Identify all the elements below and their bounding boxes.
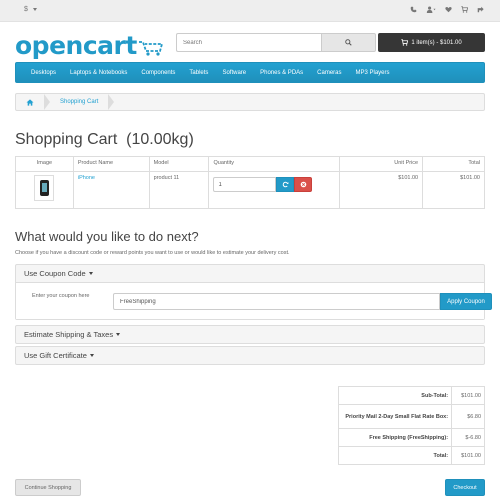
breadcrumb-separator bbox=[108, 94, 115, 110]
main-menu: Desktops Laptops & Notebooks Components … bbox=[15, 62, 485, 83]
gift-heading: Use Gift Certificate bbox=[24, 351, 87, 360]
search-input[interactable] bbox=[176, 33, 321, 52]
chevron-down-icon bbox=[88, 272, 93, 275]
shipping-label: Priority Mail 2-Day Small Flat Rate Box: bbox=[337, 404, 453, 429]
col-product-name: Product Name bbox=[72, 156, 150, 172]
update-button[interactable] bbox=[276, 177, 295, 192]
cart-summary-button[interactable]: 1 item(s) - $101.00 bbox=[378, 33, 485, 52]
menu-item-desktops[interactable]: Desktops bbox=[24, 70, 63, 76]
breadcrumb: Shopping Cart bbox=[15, 93, 485, 111]
heart-icon[interactable] bbox=[445, 6, 452, 13]
menu-item-mp3-players[interactable]: MP3 Players bbox=[349, 70, 397, 76]
subtotal-label: Sub-Total: bbox=[337, 386, 453, 405]
logo[interactable]: opencart bbox=[15, 30, 164, 58]
phone-icon[interactable] bbox=[410, 6, 417, 13]
unit-price: $101.00 bbox=[339, 171, 424, 209]
menu-item-components[interactable]: Components bbox=[134, 70, 182, 76]
logo-text: opencart bbox=[15, 31, 137, 60]
shipping-value: $6.80 bbox=[451, 404, 485, 429]
product-model: product 11 bbox=[148, 171, 210, 209]
menu-item-tablets[interactable]: Tablets bbox=[182, 70, 215, 76]
quantity-input[interactable] bbox=[213, 177, 277, 192]
shopping-cart-icon[interactable] bbox=[461, 6, 468, 13]
totals-row: Sub-Total: $101.00 bbox=[337, 386, 485, 405]
free-shipping-label: Free Shipping (FreeShipping): bbox=[337, 428, 453, 447]
checkout-button[interactable]: Checkout bbox=[445, 479, 485, 496]
subtotal-value: $101.00 bbox=[451, 386, 485, 405]
refresh-icon bbox=[282, 181, 289, 188]
menu-item-cameras[interactable]: Cameras bbox=[310, 70, 348, 76]
page-title: Shopping Cart (10.00kg) bbox=[15, 131, 194, 148]
home-icon bbox=[26, 98, 34, 106]
col-unit-price: Unit Price bbox=[339, 156, 424, 172]
gift-panel: Use Gift Certificate bbox=[15, 346, 485, 365]
line-total: $101.00 bbox=[422, 171, 485, 209]
product-name-cell: iPhone bbox=[72, 171, 150, 209]
free-shipping-value: $-6.80 bbox=[451, 428, 485, 447]
currency-symbol: $ bbox=[24, 6, 28, 13]
remove-button[interactable] bbox=[294, 177, 313, 192]
top-bar: $ bbox=[0, 0, 500, 22]
continue-shopping-button[interactable]: Continue Shopping bbox=[15, 479, 81, 496]
cart-table: Image Product Name Model Quantity Unit P… bbox=[15, 156, 485, 209]
totals-row: Free Shipping (FreeShipping): $-6.80 bbox=[337, 428, 485, 447]
next-title: What would you like to do next? bbox=[15, 229, 199, 244]
logo-cart-icon bbox=[138, 41, 163, 56]
quantity-cell bbox=[208, 171, 341, 209]
shipping-panel: Estimate Shipping & Taxes bbox=[15, 325, 485, 344]
totals-table: Sub-Total: $101.00 Priority Mail 2-Day S… bbox=[337, 386, 485, 465]
currency-selector[interactable]: $ bbox=[24, 6, 37, 13]
breadcrumb-shopping-cart[interactable]: Shopping Cart bbox=[50, 99, 108, 105]
table-row: iPhone product 11 $101.00 $101.00 bbox=[15, 171, 485, 209]
iphone-image bbox=[39, 180, 49, 196]
col-model: Model bbox=[148, 156, 210, 172]
shipping-panel-toggle[interactable]: Estimate Shipping & Taxes bbox=[16, 326, 484, 343]
search-icon bbox=[345, 39, 352, 46]
apply-coupon-button[interactable]: Apply Coupon bbox=[440, 293, 492, 310]
menu-item-software[interactable]: Software bbox=[215, 70, 253, 76]
share-icon[interactable] bbox=[477, 6, 484, 13]
menu-item-phones[interactable]: Phones & PDAs bbox=[253, 70, 310, 76]
chevron-down-icon bbox=[116, 333, 121, 336]
product-thumbnail[interactable] bbox=[34, 175, 55, 201]
table-header-row: Image Product Name Model Quantity Unit P… bbox=[15, 156, 485, 172]
menu-item-laptops[interactable]: Laptops & Notebooks bbox=[63, 70, 134, 76]
col-quantity: Quantity bbox=[208, 156, 341, 172]
product-image-cell bbox=[15, 171, 74, 209]
cart-summary-text: 1 item(s) - $101.00 bbox=[411, 39, 462, 46]
remove-icon bbox=[300, 181, 307, 188]
gift-panel-toggle[interactable]: Use Gift Certificate bbox=[16, 347, 484, 364]
chevron-down-icon bbox=[89, 354, 94, 357]
coupon-input[interactable] bbox=[113, 293, 440, 310]
coupon-panel-toggle[interactable]: Use Coupon Code bbox=[16, 265, 484, 282]
chevron-down-icon bbox=[32, 7, 37, 11]
coupon-panel-body: Enter your coupon here Apply Coupon bbox=[16, 282, 492, 319]
user-icon[interactable] bbox=[426, 6, 436, 13]
next-description: Choose if you have a discount code or re… bbox=[15, 250, 290, 256]
breadcrumb-home[interactable] bbox=[16, 94, 44, 110]
col-total: Total bbox=[422, 156, 485, 172]
shopping-cart-icon bbox=[401, 39, 409, 46]
total-label: Total: bbox=[337, 446, 453, 465]
product-name-link[interactable]: iPhone bbox=[78, 175, 95, 181]
totals-row: Total: $101.00 bbox=[337, 446, 485, 465]
search-button[interactable] bbox=[321, 33, 376, 52]
col-image: Image bbox=[15, 156, 74, 172]
shipping-heading: Estimate Shipping & Taxes bbox=[24, 330, 114, 339]
search-bar bbox=[176, 33, 376, 52]
coupon-heading: Use Coupon Code bbox=[24, 269, 86, 278]
totals-row: Priority Mail 2-Day Small Flat Rate Box:… bbox=[337, 404, 485, 429]
coupon-label: Enter your coupon here bbox=[32, 293, 90, 299]
coupon-panel: Use Coupon Code Enter your coupon here A… bbox=[15, 264, 492, 320]
total-value: $101.00 bbox=[451, 446, 485, 465]
top-links bbox=[410, 6, 484, 13]
